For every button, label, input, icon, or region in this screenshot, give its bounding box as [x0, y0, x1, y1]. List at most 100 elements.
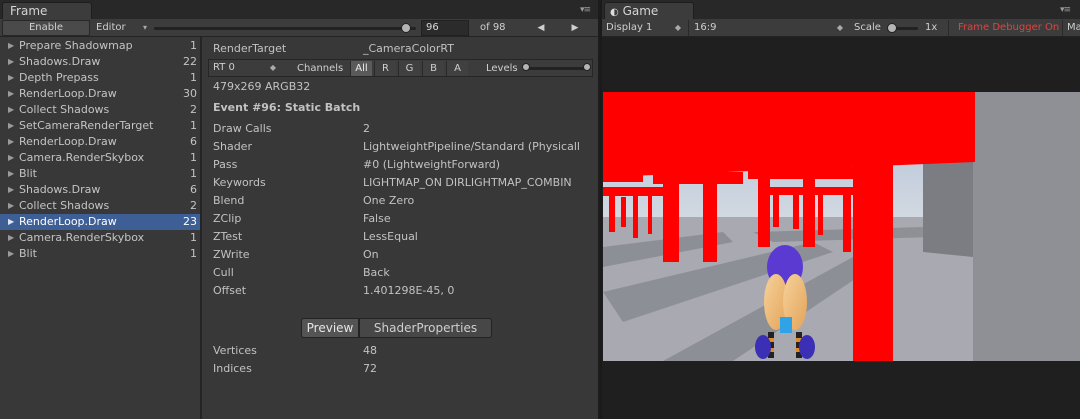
levels-slider-min-thumb[interactable] — [522, 63, 530, 71]
display-dropdown[interactable]: Display 1 ◆ — [606, 20, 684, 36]
shader-properties-tab[interactable]: ShaderProperties — [359, 318, 492, 338]
event-row[interactable]: ▶ Prepare Shadowmap 1 — [0, 38, 200, 54]
event-row[interactable]: ▶ Shadows.Draw 6 — [0, 182, 200, 198]
frame-debugger-status[interactable]: Frame Debugger On — [958, 20, 1059, 36]
channel-all-button[interactable]: All — [350, 61, 372, 76]
chevron-right-icon[interactable]: ▶ — [8, 182, 14, 198]
window-menu-icon[interactable]: ▾≡ — [580, 5, 591, 15]
event-row[interactable]: ▶ Blit 1 — [0, 246, 200, 262]
channel-g-button[interactable]: G — [398, 61, 420, 76]
levels-slider[interactable] — [527, 67, 589, 70]
event-name: Shadows.Draw — [19, 183, 101, 196]
event-row[interactable]: ▶ Blit 1 — [0, 166, 200, 182]
scale-label: Scale — [854, 22, 881, 33]
property-value: Back — [363, 266, 390, 279]
event-row[interactable]: ▶ RenderLoop.Draw 23 — [0, 214, 200, 230]
event-row[interactable]: ▶ RenderLoop.Draw 30 — [0, 86, 200, 102]
frame-debug-tab[interactable]: Frame Debug — [2, 2, 92, 32]
prev-event-button[interactable]: ◀ — [528, 20, 554, 36]
frame-debug-toolbar: Enable Editor ▾ 96 of 98 ◀ ▶ — [0, 19, 598, 37]
mesh-stat-label: Indices — [213, 362, 252, 375]
event-count: 2 — [190, 199, 197, 212]
property-value: One Zero — [363, 194, 415, 207]
chevron-updown-icon: ◆ — [836, 23, 843, 32]
scale-slider-thumb[interactable] — [887, 23, 897, 33]
preview-tab[interactable]: Preview — [301, 318, 359, 338]
chevron-right-icon[interactable]: ▶ — [8, 118, 14, 134]
event-count: 2 — [190, 103, 197, 116]
property-label: Blend — [213, 194, 245, 207]
event-name: Camera.RenderSkybox — [19, 231, 145, 244]
window-menu-icon[interactable]: ▾≡ — [1060, 5, 1071, 15]
game-window: ◐ Game ▾≡ Display 1 ◆ 16:9 ◆ Scale 1x Fr… — [600, 0, 1080, 419]
event-name: Blit — [19, 167, 37, 180]
aspect-dropdown[interactable]: 16:9 ◆ — [694, 20, 846, 36]
channel-b-button[interactable]: B — [422, 61, 444, 76]
event-name: Prepare Shadowmap — [19, 39, 133, 52]
chevron-right-icon[interactable]: ▶ — [8, 134, 14, 150]
toolbar-divider — [1062, 20, 1063, 36]
event-name: RenderLoop.Draw — [19, 135, 117, 148]
rt-dropdown[interactable]: RT 0 ◆ — [213, 60, 279, 76]
chevron-right-icon[interactable]: ▶ — [8, 70, 14, 86]
channel-a-button[interactable]: A — [446, 61, 468, 76]
chevron-right-icon[interactable]: ▶ — [8, 86, 14, 102]
chevron-right-icon[interactable]: ▶ — [8, 198, 14, 214]
chevron-updown-icon: ◆ — [674, 23, 681, 32]
property-value: 2 — [363, 122, 370, 135]
property-label: Shader — [213, 140, 252, 153]
event-row[interactable]: ▶ Shadows.Draw 22 — [0, 54, 200, 70]
render-target-label: RenderTarget — [213, 42, 287, 55]
event-count: 22 — [183, 55, 197, 68]
rt-dropdown-label: RT 0 — [213, 62, 235, 73]
event-name: Collect Shadows — [19, 199, 110, 212]
event-row[interactable]: ▶ Camera.RenderSkybox 1 — [0, 150, 200, 166]
chevron-right-icon[interactable]: ▶ — [8, 230, 14, 246]
event-row[interactable]: ▶ Camera.RenderSkybox 1 — [0, 230, 200, 246]
scale-value: 1x — [925, 22, 938, 33]
property-value: False — [363, 212, 391, 225]
next-event-button[interactable]: ▶ — [562, 20, 588, 36]
event-list: ▶ Prepare Shadowmap 1 ▶ Shadows.Draw 22 ▶ Depth… — [0, 37, 202, 419]
gray-wall — [973, 92, 1080, 361]
game-tab[interactable]: ◐ Game — [604, 2, 694, 19]
chevron-right-icon[interactable]: ▶ — [8, 102, 14, 118]
property-value: LessEqual — [363, 230, 418, 243]
mesh-stat-label: Vertices — [213, 344, 257, 357]
event-name: SetCameraRenderTarget — [19, 119, 154, 132]
channel-r-button[interactable]: R — [374, 61, 396, 76]
property-label: Offset — [213, 284, 247, 297]
chevron-right-icon[interactable]: ▶ — [8, 214, 14, 230]
event-row[interactable]: ▶ SetCameraRenderTarget 1 — [0, 118, 200, 134]
chevron-right-icon[interactable]: ▶ — [8, 38, 14, 54]
channels-label: Channels — [297, 63, 344, 74]
game-view[interactable] — [603, 92, 1080, 361]
chevron-right-icon[interactable]: ▶ — [8, 166, 14, 182]
enable-button[interactable]: Enable — [2, 20, 90, 36]
event-slider[interactable] — [154, 27, 416, 30]
property-value: #0 (LightweightForward) — [363, 158, 501, 171]
event-count: 30 — [183, 87, 197, 100]
render-target-toolbar: RT 0 ◆ Channels All R G B A Levels — [208, 59, 593, 77]
event-slider-thumb[interactable] — [401, 23, 411, 33]
event-row[interactable]: ▶ Collect Shadows 2 — [0, 102, 200, 118]
levels-slider-max-thumb[interactable] — [583, 63, 591, 71]
maximize-on-play-button[interactable]: Ma — [1067, 20, 1080, 36]
toolbar-divider — [688, 20, 689, 36]
chevron-right-icon[interactable]: ▶ — [8, 54, 14, 70]
event-count: 1 — [190, 39, 197, 52]
event-row[interactable]: ▶ Collect Shadows 2 — [0, 198, 200, 214]
event-count: 6 — [190, 183, 197, 196]
chevron-right-icon[interactable]: ▶ — [8, 246, 14, 262]
render-target-value: _CameraColorRT — [363, 42, 454, 55]
mesh-stat-value: 72 — [363, 362, 377, 375]
event-row[interactable]: ▶ RenderLoop.Draw 6 — [0, 134, 200, 150]
chevron-right-icon[interactable]: ▶ — [8, 150, 14, 166]
event-count: 1 — [190, 151, 197, 164]
target-dropdown[interactable]: Editor ▾ — [96, 20, 150, 36]
display-dropdown-label: Display 1 — [606, 22, 653, 33]
property-value: 1.401298E-45, 0 — [363, 284, 455, 297]
event-index-field[interactable]: 96 — [421, 20, 469, 36]
toolbar-divider — [948, 20, 949, 36]
event-row[interactable]: ▶ Depth Prepass 1 — [0, 70, 200, 86]
